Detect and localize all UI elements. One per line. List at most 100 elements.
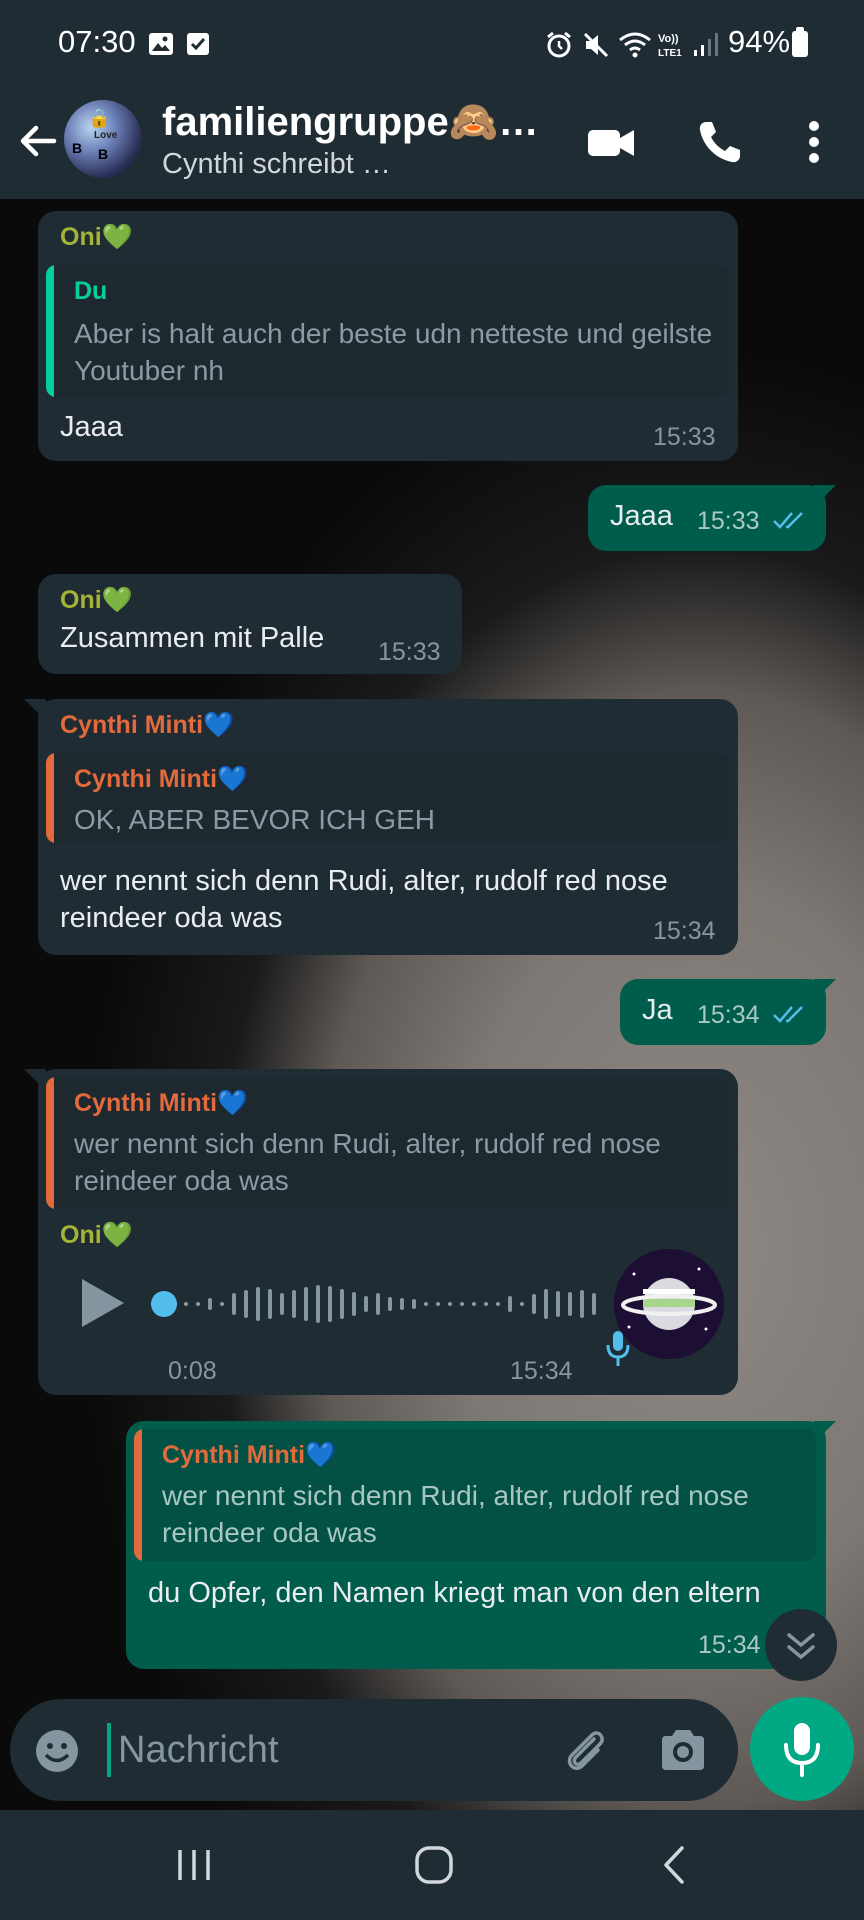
waveform-bar <box>556 1291 560 1317</box>
quoted-message[interactable]: Cynthi Minti💙 wer nennt sich denn Rudi, … <box>134 1429 816 1561</box>
message-sender: Oni💚 <box>60 223 133 251</box>
message-text: wer nennt sich denn Rudi, alter, rudolf … <box>60 865 668 934</box>
quoted-text: Aber is halt auch der beste udn netteste… <box>74 318 713 386</box>
message-sender: Cynthi Minti💙 <box>60 711 235 739</box>
message-outgoing[interactable]: Cynthi Minti💙 wer nennt sich denn Rudi, … <box>126 1421 836 1669</box>
scroll-to-bottom-button[interactable] <box>765 1609 837 1681</box>
waveform-bar <box>316 1285 320 1323</box>
message-sender: Oni💚 <box>60 586 133 614</box>
quoted-text: OK, ABER BEVOR ICH GEH <box>74 804 435 835</box>
message-text: Zusammen mit Palle <box>60 622 325 654</box>
voice-waveform[interactable] <box>148 1279 608 1329</box>
back-nav-icon[interactable] <box>646 1840 706 1890</box>
waveform-bar <box>532 1294 536 1314</box>
check-box-icon <box>187 33 209 55</box>
double-chevron-down-icon <box>787 1633 815 1660</box>
quoted-message[interactable]: Cynthi Minti💙 wer nennt sich denn Rudi, … <box>46 1077 728 1209</box>
group-title[interactable]: familiengruppe🙈… <box>162 98 539 145</box>
quoted-text: wer nennt sich denn Rudi, alter, rudolf … <box>74 1128 661 1196</box>
message-input[interactable] <box>118 1719 538 1781</box>
read-receipt-icon <box>773 512 803 529</box>
waveform-seek-handle <box>151 1291 177 1317</box>
message-time: 15:34 <box>697 1001 760 1029</box>
waveform-bar <box>280 1293 284 1315</box>
message-outgoing[interactable]: Ja 15:34 <box>620 979 836 1045</box>
signal-icon <box>694 33 718 56</box>
voice-call-icon[interactable] <box>688 110 752 174</box>
group-avatar[interactable]: 🔒 Love B B <box>64 100 142 178</box>
waveform-bar <box>544 1289 548 1319</box>
typing-status: Cynthi schreibt … <box>162 148 391 180</box>
waveform-bar <box>292 1290 296 1318</box>
quoted-message[interactable]: Du Aber is halt auch der beste udn nette… <box>46 265 728 397</box>
message-time: 15:33 <box>653 423 716 451</box>
waveform-bar <box>376 1293 380 1315</box>
waveform-bar <box>496 1302 500 1306</box>
waveform-bar <box>520 1302 524 1306</box>
waveform-bar <box>472 1302 476 1306</box>
waveform-bar <box>568 1292 572 1316</box>
waveform-bar <box>592 1293 596 1315</box>
message-outgoing[interactable]: Jaaa 15:33 <box>588 485 836 551</box>
message-sender: Oni💚 <box>60 1221 133 1249</box>
quoted-sender: Cynthi Minti💙 <box>162 1441 337 1469</box>
quoted-sender: Cynthi Minti💙 <box>74 1089 249 1117</box>
system-nav-bar <box>0 1810 864 1920</box>
message-incoming[interactable]: Cynthi Minti💙 Cynthi Minti💙 OK, ABER BEV… <box>24 699 738 955</box>
quoted-message[interactable]: Cynthi Minti💙 OK, ABER BEVOR ICH GEH <box>46 753 728 843</box>
voice-duration: 0:08 <box>168 1357 217 1385</box>
battery-icon <box>792 27 808 57</box>
message-time: 15:33 <box>697 507 760 535</box>
chat-header: 🔒 Love B B familiengruppe🙈… Cynthi schre… <box>0 86 864 199</box>
waveform-bar <box>220 1302 224 1306</box>
message-time: 15:33 <box>378 638 441 666</box>
svg-text:LTE1: LTE1 <box>658 48 682 58</box>
chat-area[interactable]: Oni💚 Du Aber is halt auch der beste udn … <box>0 199 864 1810</box>
waveform-bar <box>484 1302 488 1306</box>
emoji-icon[interactable] <box>34 1728 80 1774</box>
waveform-bar <box>244 1290 248 1318</box>
microphone-icon <box>784 1723 820 1777</box>
message-time: 15:34 <box>510 1357 573 1385</box>
waveform-bar <box>460 1302 464 1306</box>
waveform-bar <box>364 1296 368 1312</box>
message-text: du Opfer, den Namen kriegt man von den e… <box>148 1577 761 1609</box>
waveform-bar <box>208 1298 212 1310</box>
avatar-label: Love <box>94 130 118 141</box>
waveform-bar <box>412 1299 416 1309</box>
read-receipt-icon <box>773 1006 803 1023</box>
message-incoming[interactable]: Oni💚 Zusammen mit Palle 15:33 <box>38 574 462 674</box>
waveform-bar <box>196 1302 200 1306</box>
waveform-bar <box>424 1302 428 1306</box>
back-arrow-icon[interactable] <box>14 116 64 166</box>
attach-icon[interactable] <box>560 1725 610 1775</box>
status-time: 07:30 <box>58 24 136 59</box>
message-incoming-voice[interactable]: Cynthi Minti💙 wer nennt sich denn Rudi, … <box>24 1069 738 1395</box>
more-options-icon[interactable] <box>782 110 846 174</box>
recent-apps-icon[interactable] <box>164 1840 224 1890</box>
message-text: Ja <box>642 994 673 1026</box>
waveform-bar <box>400 1298 404 1310</box>
mic-small-icon <box>606 1331 630 1366</box>
camera-icon[interactable] <box>658 1726 708 1774</box>
message-incoming[interactable]: Oni💚 Du Aber is halt auch der beste udn … <box>38 211 738 461</box>
message-time: 15:34 <box>653 917 716 945</box>
mute-icon <box>583 32 609 58</box>
play-button[interactable] <box>82 1279 124 1327</box>
home-icon[interactable] <box>404 1840 464 1890</box>
waveform-bar <box>304 1287 308 1321</box>
waveform-bar <box>352 1292 356 1316</box>
waveform-bar <box>256 1287 260 1321</box>
quoted-sender: Cynthi Minti💙 <box>74 765 249 793</box>
svg-text:Vo)): Vo)) <box>658 33 679 45</box>
video-call-icon[interactable] <box>578 110 642 174</box>
status-bar: 07:30 Vo)) LTE1 94% <box>0 0 864 86</box>
gallery-icon <box>149 33 173 55</box>
battery-percent: 94% <box>728 24 791 59</box>
waveform-bar <box>436 1302 440 1306</box>
waveform-bar <box>388 1297 392 1311</box>
waveform-bar <box>328 1286 332 1322</box>
text-cursor <box>107 1723 111 1777</box>
voice-record-button[interactable] <box>750 1697 854 1801</box>
message-time: 15:34 <box>698 1631 761 1659</box>
